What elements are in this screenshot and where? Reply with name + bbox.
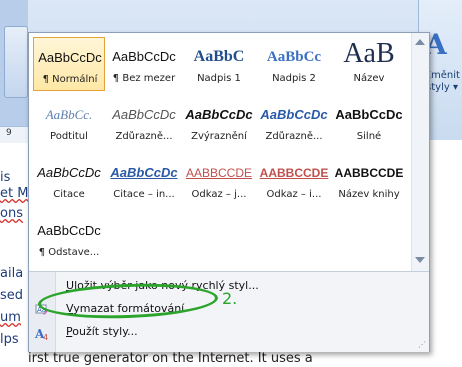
style-tile[interactable]: AaBbCcDc Citace <box>33 153 105 207</box>
style-label: Název <box>353 73 385 84</box>
apply-styles-icon: A4 <box>34 325 50 342</box>
style-tile[interactable]: AABBCCDE Název knihy <box>333 153 405 207</box>
style-sample: AaBbCcDc <box>37 223 101 238</box>
style-label: Zdůrazně... <box>115 131 173 142</box>
style-sample: AaBbCcDc <box>110 165 178 180</box>
style-sample: AABBCCDE <box>185 166 253 180</box>
scroll-down-icon[interactable] <box>415 257 425 263</box>
style-label: Nadpis 1 <box>197 73 241 84</box>
style-tile[interactable]: AaBbCcDc Citace – in... <box>108 153 180 207</box>
gallery-scrollbar[interactable] <box>411 33 429 271</box>
style-label: Odkaz – j... <box>191 189 247 200</box>
style-label: ¶ Odstave... <box>38 247 100 258</box>
style-sample: AABBCCDE <box>259 166 329 180</box>
style-tile[interactable]: AaBbCcDc Zdůrazně... <box>108 95 180 149</box>
ribbon-left-group <box>4 26 28 98</box>
horizontal-ruler: 9 <box>0 126 28 144</box>
annotation-label: 2. <box>222 289 238 308</box>
document-text-fragment: is <box>0 170 11 185</box>
style-tile[interactable]: AaBbCcDc Zdůrazně... <box>258 95 330 149</box>
style-sample: AaBbCcDc <box>112 107 176 122</box>
ruler-marker: 9 <box>6 128 12 138</box>
document-text-fragment: et M <box>0 186 29 201</box>
style-sample: AaBbCcDc <box>112 49 176 64</box>
style-label: Název knihy <box>338 189 400 200</box>
style-label: Podtitul <box>50 131 88 142</box>
style-label: Odkaz – i... <box>266 189 322 200</box>
style-label: ¶ Bez mezer <box>112 73 176 84</box>
svg-text:4: 4 <box>43 333 48 341</box>
document-bottom-line: irst true generator on the Internet. It … <box>28 350 418 367</box>
document-text-fragment: ons <box>0 206 23 221</box>
style-sample: AaB <box>343 38 395 69</box>
style-label: Zdůrazně... <box>265 131 323 142</box>
style-tile[interactable]: AaBbCcDc Silné <box>333 95 405 149</box>
style-tile[interactable]: AaBbCc. Podtitul <box>33 95 105 149</box>
resize-grip-icon[interactable]: ⋰ <box>418 340 426 349</box>
style-sample: AaBbCcDc <box>335 107 403 122</box>
style-label: Silné <box>356 131 382 142</box>
style-tile[interactable]: AaBbCc Nadpis 2 <box>258 37 330 91</box>
style-label: Citace – in... <box>113 189 175 200</box>
menu-item-label: Použít styly... <box>66 325 138 338</box>
style-sample: AABBCCDE <box>334 166 404 180</box>
style-tile[interactable]: AaBbCcDc ¶ Odstave... <box>33 211 105 265</box>
style-label: Zvýraznění <box>191 131 247 142</box>
style-sample: AaBbC <box>193 48 245 65</box>
scroll-up-icon[interactable] <box>415 39 425 45</box>
style-sample: AaBbCc <box>266 49 322 65</box>
style-tile[interactable]: AaBbC Nadpis 1 <box>183 37 255 91</box>
style-tile[interactable]: AaBbCcDc ¶ Normální <box>33 37 105 91</box>
style-tile[interactable]: AaBbCcDc Zvýraznění <box>183 95 255 149</box>
style-label: Citace <box>53 189 85 200</box>
style-tile[interactable]: AaBbCcDc ¶ Bez mezer <box>108 37 180 91</box>
style-tile[interactable]: AABBCCDE Odkaz – j... <box>183 153 255 207</box>
document-text-fragment: um <box>0 310 21 325</box>
style-label: ¶ Normální <box>42 74 98 85</box>
style-sample: AaBbCcDc <box>185 107 253 122</box>
style-sample: AaBbCc. <box>45 107 93 122</box>
document-text-fragment: lps <box>0 332 19 347</box>
style-sample: AaBbCcDc <box>38 50 102 65</box>
style-sample: AaBbCcDc <box>260 107 328 122</box>
style-tile[interactable]: AABBCCDE Odkaz – i... <box>258 153 330 207</box>
style-label: Nadpis 2 <box>272 73 316 84</box>
style-tile[interactable]: AaB Název <box>333 37 405 91</box>
style-sample: AaBbCcDc <box>37 165 101 180</box>
document-text-fragment: sed <box>0 288 24 303</box>
menu-item-apply-styles[interactable]: A 4 Použít styly... <box>29 322 429 344</box>
document-text-fragment: aila <box>0 266 24 281</box>
save-style-icon <box>34 279 50 295</box>
styles-grid: AaBbCcDc ¶ Normální AaBbCcDc ¶ Bez mezer AaB… <box>29 33 411 271</box>
